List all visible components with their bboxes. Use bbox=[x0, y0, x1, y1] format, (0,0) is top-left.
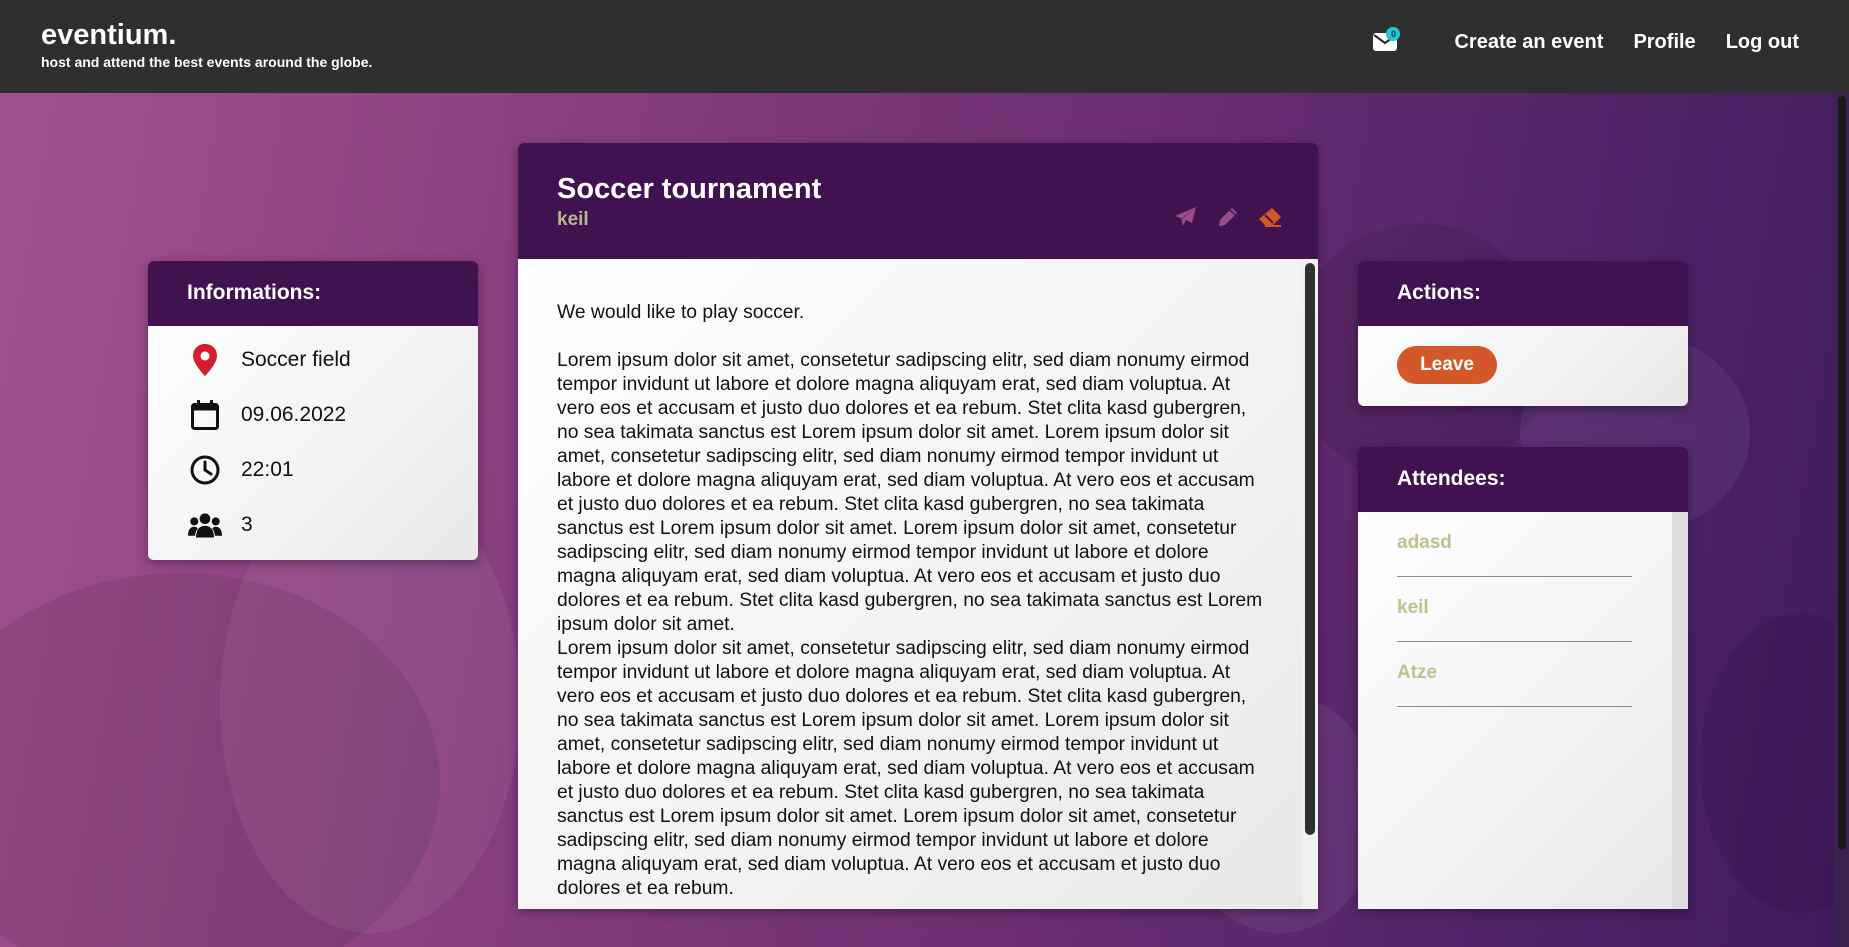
leave-button[interactable]: Leave bbox=[1397, 346, 1497, 384]
attendees-scrollbar[interactable] bbox=[1672, 512, 1688, 909]
attendees-header: Attendees: bbox=[1358, 447, 1688, 512]
pencil-icon[interactable] bbox=[1216, 205, 1240, 229]
location-row: Soccer field bbox=[188, 343, 351, 377]
event-description: We would like to play soccer. Lorem ipsu… bbox=[557, 301, 1267, 901]
paper-plane-icon[interactable] bbox=[1174, 205, 1198, 229]
time-row: 22:01 bbox=[188, 453, 294, 487]
attendee-count-row: 3 bbox=[188, 508, 253, 542]
date-row: 09.06.2022 bbox=[188, 398, 346, 432]
create-event-link[interactable]: Create an event bbox=[1454, 31, 1603, 54]
logout-link[interactable]: Log out bbox=[1726, 31, 1799, 54]
list-item: Atze bbox=[1397, 642, 1632, 707]
description-paragraph: Lorem ipsum dolor sit amet, consetetur s… bbox=[557, 350, 1263, 635]
event-header: Soccer tournament keil bbox=[518, 143, 1318, 259]
calendar-icon bbox=[188, 398, 222, 432]
navbar: eventium. host and attend the best event… bbox=[0, 0, 1849, 93]
brand[interactable]: eventium. host and attend the best event… bbox=[41, 18, 372, 70]
attendees-title: Attendees: bbox=[1397, 467, 1506, 490]
date-value: 09.06.2022 bbox=[241, 403, 347, 426]
event-intro: We would like to play soccer. bbox=[557, 302, 805, 323]
attendee-name[interactable]: keil bbox=[1397, 597, 1429, 619]
users-icon bbox=[188, 508, 222, 542]
time-value: 22:01 bbox=[241, 458, 294, 481]
attendees-card: Attendees: adasd keil Atze bbox=[1358, 447, 1688, 909]
event-title: Soccer tournament bbox=[557, 173, 822, 205]
profile-link[interactable]: Profile bbox=[1633, 31, 1695, 54]
attendee-count-value: 3 bbox=[241, 513, 253, 536]
event-owner[interactable]: keil bbox=[557, 209, 589, 231]
eraser-icon[interactable] bbox=[1258, 205, 1282, 229]
attendee-name[interactable]: Atze bbox=[1397, 662, 1437, 684]
event-card: Soccer tournament keil We would like to … bbox=[518, 143, 1318, 909]
event-action-icons bbox=[1156, 205, 1282, 229]
brand-name[interactable]: eventium. bbox=[41, 18, 372, 52]
actions-header: Actions: bbox=[1358, 261, 1688, 326]
informations-card: Informations: Soccer field 09.06.2022 22… bbox=[148, 261, 478, 560]
informations-body: Soccer field 09.06.2022 22:01 3 bbox=[148, 326, 478, 560]
list-item: keil bbox=[1397, 577, 1632, 642]
location-value: Soccer field bbox=[241, 348, 351, 371]
informations-header: Informations: bbox=[148, 261, 478, 326]
list-item: adasd bbox=[1397, 512, 1632, 577]
clock-icon bbox=[188, 453, 222, 487]
map-pin-icon bbox=[188, 343, 222, 377]
brand-tagline: host and attend the best events around t… bbox=[41, 54, 373, 70]
actions-title: Actions: bbox=[1397, 281, 1481, 304]
actions-body: Leave bbox=[1358, 326, 1688, 406]
informations-title: Informations: bbox=[187, 281, 322, 304]
background-shape bbox=[1700, 613, 1849, 913]
attendee-name[interactable]: adasd bbox=[1397, 532, 1452, 554]
nav-links: 0 Create an event Profile Log out bbox=[1372, 27, 1799, 54]
attendees-list[interactable]: adasd keil Atze bbox=[1358, 512, 1688, 909]
messages-button[interactable]: 0 bbox=[1372, 27, 1401, 54]
actions-card: Actions: Leave bbox=[1358, 261, 1688, 406]
page-scrollbar-thumb[interactable] bbox=[1838, 96, 1846, 850]
description-paragraph: Lorem ipsum dolor sit amet, consetetur s… bbox=[557, 638, 1255, 899]
description-scrollbar-thumb[interactable] bbox=[1305, 263, 1315, 835]
event-description-panel[interactable]: We would like to play soccer. Lorem ipsu… bbox=[518, 259, 1318, 909]
